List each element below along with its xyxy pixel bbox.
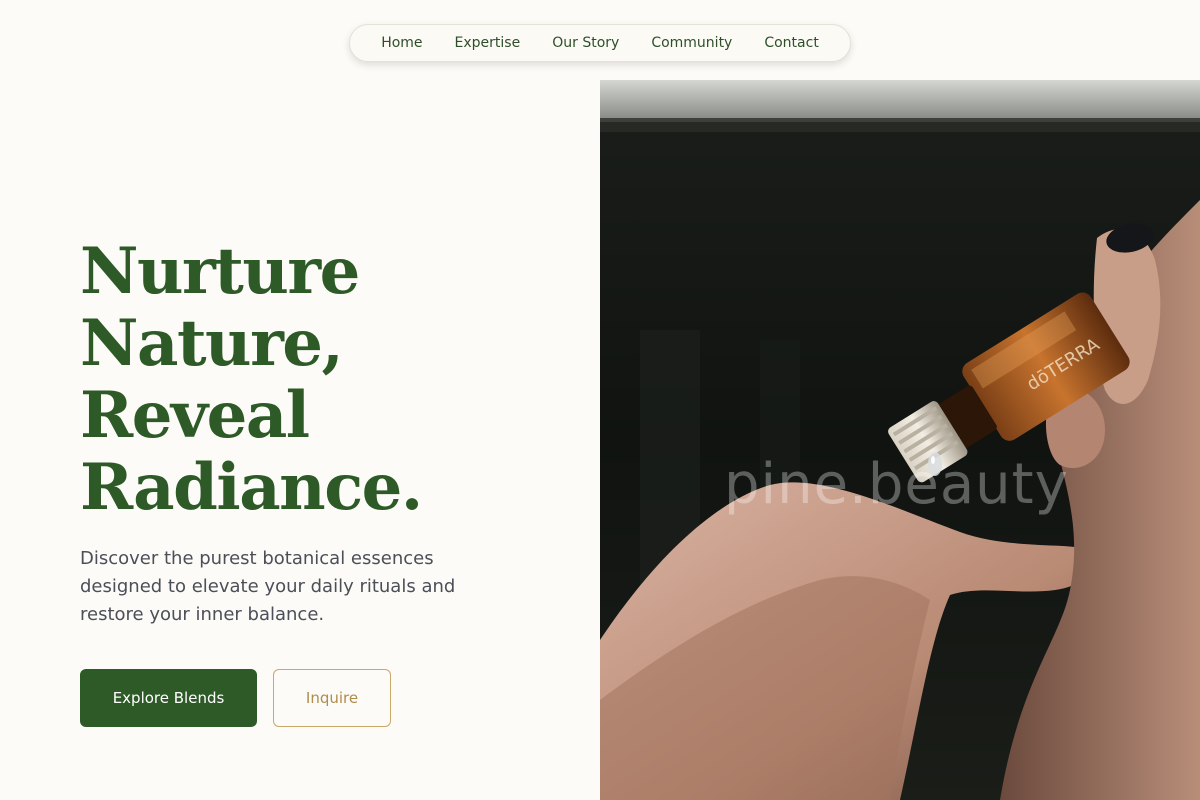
nav-community-link[interactable]: Community bbox=[651, 35, 732, 51]
hero-description: Discover the purest botanical essences d… bbox=[80, 548, 456, 625]
essential-oil-photo-illustration: dōTERRA bbox=[600, 80, 1200, 800]
nav-home-link[interactable]: Home bbox=[381, 35, 422, 51]
inquire-button[interactable]: Inquire bbox=[273, 669, 391, 727]
hero-title: Nurture Nature, Reveal Radiance. bbox=[80, 234, 423, 525]
watermark-text: pine.beauty bbox=[724, 452, 1069, 517]
hero-title-line: Radiance. bbox=[80, 450, 423, 525]
nav-expertise-link[interactable]: Expertise bbox=[455, 35, 521, 51]
hero-title-line: Reveal bbox=[80, 378, 310, 453]
nav-our-story-link[interactable]: Our Story bbox=[552, 35, 619, 51]
nav-contact-link[interactable]: Contact bbox=[764, 35, 818, 51]
hero-photo: dōTERRA bbox=[600, 80, 1200, 800]
main-nav: Home Expertise Our Story Community Conta… bbox=[349, 24, 851, 62]
hero-title-line: Nature, bbox=[80, 306, 344, 381]
hero-title-line: Nurture bbox=[80, 234, 360, 309]
explore-blends-button[interactable]: Explore Blends bbox=[80, 669, 257, 727]
